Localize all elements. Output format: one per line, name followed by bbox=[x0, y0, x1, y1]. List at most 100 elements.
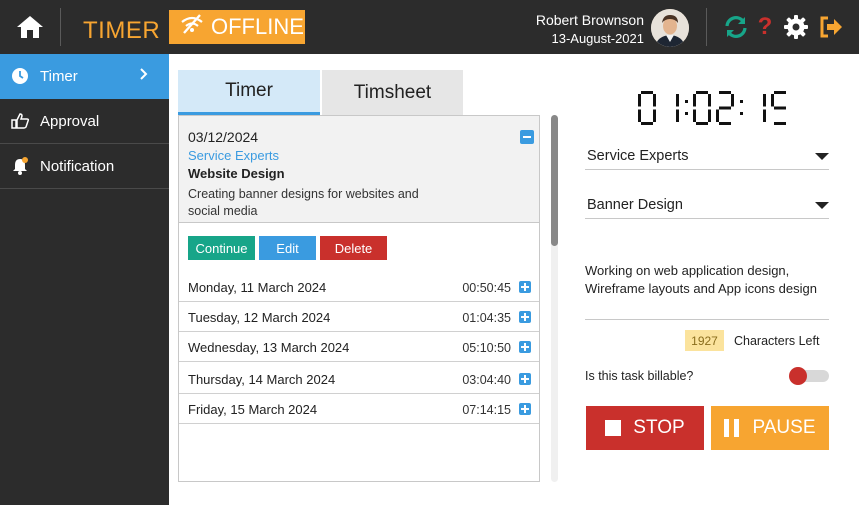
thumb-up-icon bbox=[0, 112, 40, 130]
logout-icon[interactable] bbox=[818, 14, 844, 40]
timer-segment bbox=[638, 109, 641, 122]
chevron-right-icon bbox=[139, 67, 149, 85]
timer-segment bbox=[708, 109, 711, 122]
timer-segment bbox=[693, 94, 696, 107]
list-item[interactable]: Tuesday, 12 March 2024 01:04:35 bbox=[179, 302, 539, 332]
day-time: 03:04:40 bbox=[462, 373, 511, 387]
timer-digit bbox=[693, 91, 711, 125]
billable-toggle-knob[interactable] bbox=[789, 367, 807, 385]
pause-icon bbox=[724, 419, 740, 437]
delete-button[interactable]: Delete bbox=[320, 236, 387, 260]
task-select-value: Banner Design bbox=[587, 197, 683, 213]
stop-icon bbox=[605, 420, 622, 436]
timer-segment bbox=[719, 122, 731, 125]
top-bar: TIMER OFFLINE Robert Brownson 13-August-… bbox=[0, 0, 859, 54]
timer-segment bbox=[696, 122, 708, 125]
list-item[interactable]: Monday, 11 March 2024 00:50:45 bbox=[179, 272, 539, 302]
sidebar-item-label: Approval bbox=[40, 112, 100, 130]
timer-segment bbox=[653, 94, 656, 107]
timer-segment bbox=[641, 91, 653, 94]
stop-button[interactable]: STOP bbox=[586, 406, 704, 450]
timer-segment bbox=[716, 109, 719, 122]
task-select[interactable]: Banner Design bbox=[585, 192, 829, 219]
bell-icon bbox=[0, 156, 40, 176]
sidebar-item-approval[interactable]: Approval bbox=[0, 99, 169, 144]
expand-icon[interactable] bbox=[519, 373, 531, 385]
sync-icon[interactable] bbox=[723, 14, 749, 40]
user-name: Robert Brownson bbox=[535, 12, 644, 28]
avatar[interactable] bbox=[651, 9, 689, 47]
day-time: 07:14:15 bbox=[462, 403, 511, 417]
timer-display bbox=[638, 91, 786, 125]
header-divider bbox=[706, 8, 707, 46]
pause-button[interactable]: PAUSE bbox=[711, 406, 829, 450]
app-title: TIMER bbox=[83, 17, 161, 44]
clock-icon bbox=[0, 67, 40, 85]
pause-label: PAUSE bbox=[752, 417, 816, 438]
offline-label: OFFLINE bbox=[211, 14, 304, 39]
list-item[interactable]: Friday, 15 March 2024 07:14:15 bbox=[179, 394, 539, 424]
characters-left-count: 1927 bbox=[685, 330, 724, 351]
timer-digit bbox=[676, 94, 679, 122]
characters-left-label: Characters Left bbox=[734, 334, 820, 348]
header-divider bbox=[60, 8, 61, 46]
timer-segment bbox=[641, 122, 653, 125]
timer-segment bbox=[719, 106, 731, 110]
timer-segment bbox=[693, 109, 696, 122]
tab-timesheet[interactable]: Timsheet bbox=[322, 70, 463, 115]
day-date: Wednesday, 13 March 2024 bbox=[188, 340, 350, 355]
timer-digit bbox=[638, 91, 656, 125]
collapse-icon[interactable] bbox=[520, 130, 534, 144]
list-item[interactable]: Thursday, 14 March 2024 03:04:40 bbox=[179, 364, 539, 394]
day-date: Friday, 15 March 2024 bbox=[188, 402, 318, 417]
timer-segment bbox=[638, 94, 641, 107]
day-time: 00:50:45 bbox=[462, 281, 511, 295]
timer-segment bbox=[774, 106, 786, 110]
sidebar-item-label: Notification bbox=[40, 157, 115, 175]
scrollbar-thumb[interactable] bbox=[551, 115, 558, 246]
offline-badge: OFFLINE bbox=[169, 10, 305, 44]
sidebar-item-timer[interactable]: Timer bbox=[0, 54, 169, 99]
timer-segment bbox=[719, 91, 731, 94]
user-date: 13-August-2021 bbox=[551, 31, 644, 46]
billable-label: Is this task billable? bbox=[585, 369, 694, 383]
timer-segment bbox=[708, 94, 711, 107]
timer-segment bbox=[763, 109, 766, 122]
expand-icon[interactable] bbox=[519, 341, 531, 353]
home-icon[interactable] bbox=[12, 10, 48, 44]
timer-segment bbox=[771, 94, 774, 107]
chevron-down-icon bbox=[815, 202, 829, 209]
chevron-down-icon bbox=[815, 153, 829, 160]
expand-icon[interactable] bbox=[519, 311, 531, 323]
entry-date: 03/12/2024 bbox=[188, 129, 259, 145]
timer-colon bbox=[685, 100, 688, 103]
timer-segment bbox=[763, 94, 766, 107]
list-item[interactable]: Wednesday, 13 March 2024 05:10:50 bbox=[179, 332, 539, 362]
stop-label: STOP bbox=[633, 417, 685, 438]
sidebar-item-label: Timer bbox=[40, 67, 78, 85]
entry-detail: 03/12/2024 Service Experts Website Desig… bbox=[179, 116, 539, 223]
day-date: Tuesday, 12 March 2024 bbox=[188, 310, 331, 325]
client-select[interactable]: Service Experts bbox=[585, 143, 829, 170]
entry-client: Service Experts bbox=[188, 148, 280, 163]
tab-timer[interactable]: Timer bbox=[178, 70, 320, 115]
offline-icon bbox=[179, 13, 211, 41]
timer-segment bbox=[676, 94, 679, 107]
timer-digit bbox=[716, 91, 734, 125]
day-time: 01:04:35 bbox=[462, 311, 511, 325]
expand-icon[interactable] bbox=[519, 403, 531, 415]
timer-digit bbox=[763, 94, 766, 122]
entry-task: Website Design bbox=[188, 166, 285, 181]
expand-icon[interactable] bbox=[519, 281, 531, 293]
task-note-textarea[interactable]: Working on web application design, Wiref… bbox=[585, 262, 829, 320]
timesheet-panel: 03/12/2024 Service Experts Website Desig… bbox=[178, 115, 540, 482]
timer-digit bbox=[771, 91, 786, 125]
sidebar-item-notification[interactable]: Notification bbox=[0, 144, 169, 189]
day-date: Monday, 11 March 2024 bbox=[188, 280, 327, 295]
edit-button[interactable]: Edit bbox=[259, 236, 316, 260]
settings-icon[interactable] bbox=[783, 14, 809, 40]
entry-description: Creating banner designs for websites and… bbox=[188, 187, 419, 218]
timer-segment bbox=[676, 109, 679, 122]
help-icon[interactable]: ? bbox=[752, 13, 778, 40]
continue-button[interactable]: Continue bbox=[188, 236, 255, 260]
